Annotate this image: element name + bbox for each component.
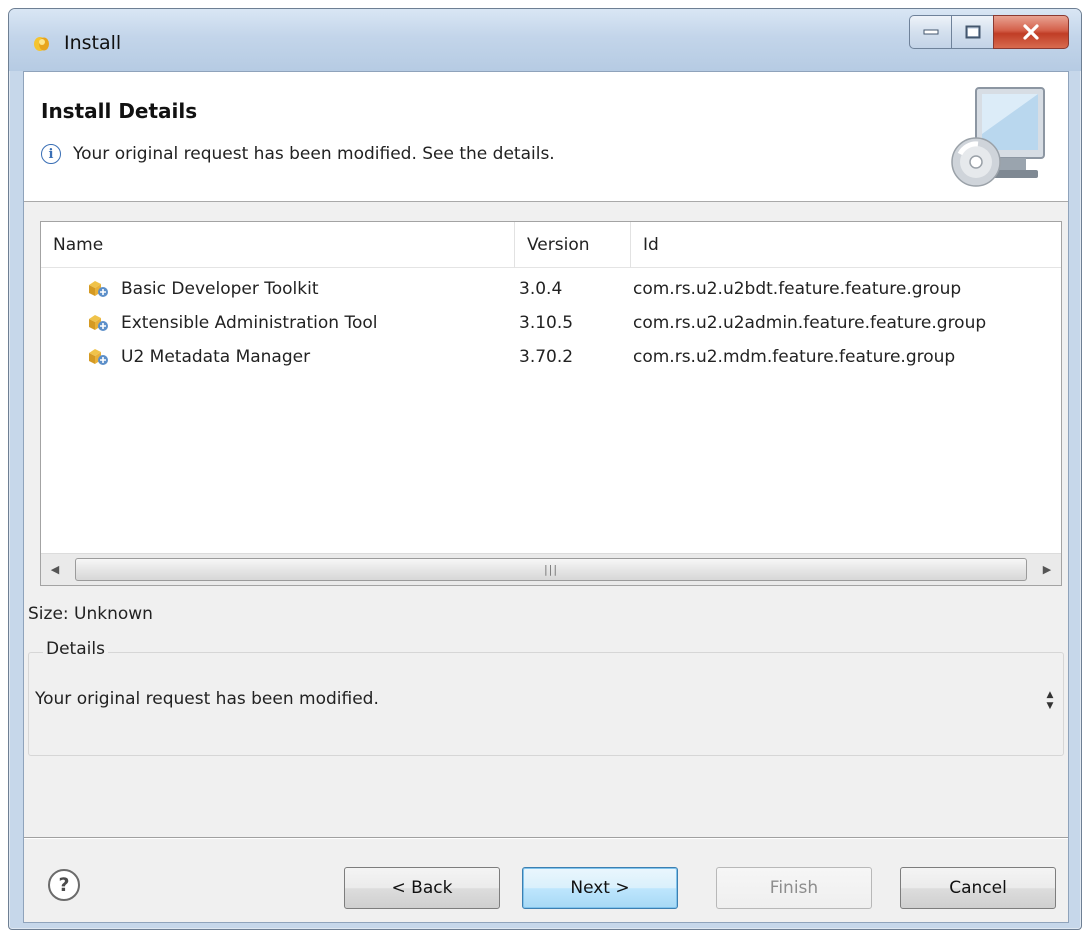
window-controls: [909, 15, 1069, 49]
version-cell: 3.70.2: [519, 347, 574, 367]
close-icon: [1023, 24, 1039, 40]
column-header-version[interactable]: Version: [515, 222, 631, 268]
name-cell: Extensible Administration Tool: [87, 306, 377, 340]
name-cell: Basic Developer Toolkit: [87, 272, 319, 306]
next-button[interactable]: Next >: [522, 867, 678, 909]
details-scroll-spinner[interactable]: ▲ ▼: [1043, 683, 1057, 719]
title-bar[interactable]: Install: [9, 9, 1081, 71]
grip-icon: |||: [543, 563, 559, 576]
scrollbar-thumb[interactable]: |||: [75, 558, 1027, 581]
feature-name: Extensible Administration Tool: [121, 313, 378, 333]
help-icon[interactable]: ?: [48, 869, 80, 901]
feature-icon: [89, 281, 108, 297]
spin-up-icon[interactable]: ▲: [1047, 690, 1054, 701]
spin-down-icon[interactable]: ▼: [1047, 701, 1054, 712]
table-body: Basic Developer Toolkit 3.0.4 com.rs.u2.…: [41, 272, 1061, 374]
maximize-button[interactable]: [951, 15, 993, 49]
scroll-left-arrow-icon[interactable]: ◀: [41, 554, 69, 585]
maximize-icon: [965, 25, 980, 39]
column-header-id[interactable]: Id: [631, 222, 1061, 268]
table-row[interactable]: Basic Developer Toolkit 3.0.4 com.rs.u2.…: [41, 272, 1061, 306]
feature-name: Basic Developer Toolkit: [121, 279, 319, 299]
id-cell: com.rs.u2.u2bdt.feature.feature.group: [633, 279, 962, 299]
feature-name: U2 Metadata Manager: [121, 347, 311, 367]
info-icon: i: [41, 144, 61, 164]
finish-button[interactable]: Finish: [716, 867, 872, 909]
details-group: Details Your original request has been m…: [28, 639, 1064, 756]
table-row[interactable]: U2 Metadata Manager 3.70.2 com.rs.u2.mdm…: [41, 340, 1061, 374]
back-button[interactable]: < Back: [344, 867, 500, 909]
banner-message: Your original request has been modified.…: [73, 144, 555, 164]
details-legend: Details: [43, 639, 108, 659]
page-title: Install Details: [41, 99, 198, 123]
id-cell: com.rs.u2.u2admin.feature.feature.group: [633, 313, 987, 333]
dialog-client-area: Install Details i Your original request …: [23, 71, 1069, 923]
details-text: Your original request has been modified.: [35, 689, 379, 709]
id-cell: com.rs.u2.mdm.feature.feature.group: [633, 347, 956, 367]
version-cell: 3.10.5: [519, 313, 574, 333]
version-cell: 3.0.4: [519, 279, 563, 299]
install-wizard-icon: [951, 87, 1045, 187]
size-label: Size: Unknown: [28, 604, 153, 624]
table-header: Name Version Id: [41, 222, 1061, 268]
button-bar-separator: [24, 837, 1068, 839]
window-title: Install: [64, 32, 122, 54]
banner-message-row: i Your original request has been modifie…: [41, 144, 555, 164]
app-icon: [34, 37, 49, 51]
feature-icon: [89, 349, 108, 365]
cancel-button[interactable]: Cancel: [900, 867, 1056, 909]
table-row[interactable]: Extensible Administration Tool 3.10.5 co…: [41, 306, 1061, 340]
install-window: Install Install Details i Your original …: [8, 8, 1082, 930]
feature-icon: [89, 315, 108, 331]
dialog-banner: Install Details i Your original request …: [24, 72, 1068, 202]
close-button[interactable]: [993, 15, 1069, 49]
minimize-button[interactable]: [909, 15, 951, 49]
scroll-right-arrow-icon[interactable]: ▶: [1033, 554, 1061, 585]
install-items-table[interactable]: Name Version Id Basic Developer Toolkit …: [40, 221, 1062, 586]
name-cell: U2 Metadata Manager: [87, 340, 310, 374]
column-header-name[interactable]: Name: [41, 222, 515, 268]
minimize-icon: [923, 29, 938, 35]
horizontal-scrollbar[interactable]: ◀ ||| ▶: [41, 553, 1061, 585]
